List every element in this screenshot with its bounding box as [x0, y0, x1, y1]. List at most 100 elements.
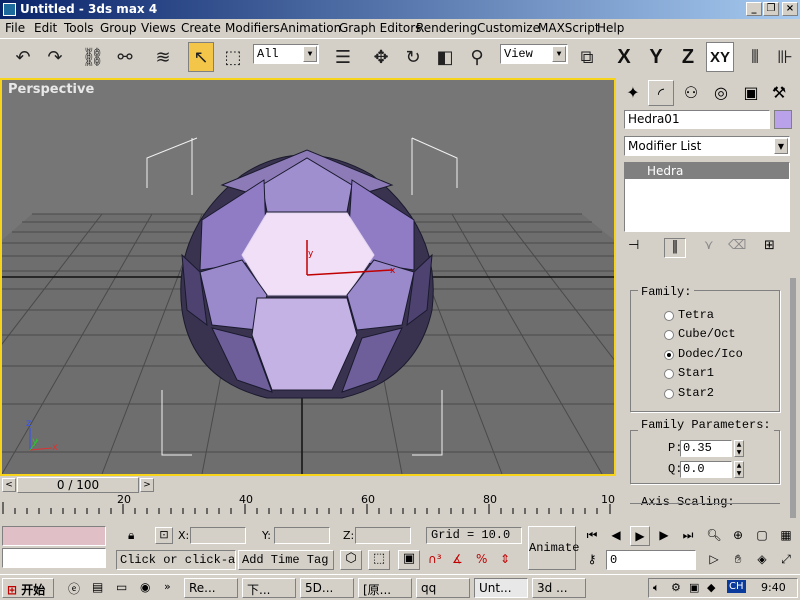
- viewport-label[interactable]: Perspective: [8, 82, 94, 97]
- volume-icon[interactable]: 🔈︎: [653, 581, 660, 595]
- task-re[interactable]: Re...: [184, 578, 238, 598]
- menu-rendering[interactable]: Rendering: [416, 21, 477, 35]
- q-spinner-icon[interactable]: ▲ ▼: [734, 461, 744, 478]
- play-icon[interactable]: ▶: [630, 526, 650, 546]
- perspective-viewport[interactable]: x y x z y Perspective: [0, 78, 616, 476]
- p-field[interactable]: 0.35: [680, 440, 732, 457]
- restrict-z-button[interactable]: Z: [674, 42, 702, 72]
- restrict-x-button[interactable]: X: [610, 42, 638, 72]
- mirror-icon[interactable]: ⫴: [742, 42, 768, 72]
- select-link-icon[interactable]: ⛓: [80, 42, 106, 72]
- media-quicklaunch-icon[interactable]: ◉: [138, 578, 158, 598]
- q-field[interactable]: 0.0: [680, 461, 732, 478]
- pan-icon[interactable]: ✋︎: [728, 550, 748, 570]
- radio-cube-oct[interactable]: [664, 330, 674, 340]
- task-qq[interactable]: qq: [416, 578, 470, 598]
- selection-filter-dropdown[interactable]: All ▼: [253, 44, 319, 64]
- start-button[interactable]: ⊞ 开始: [2, 578, 54, 598]
- snap-3d-icon[interactable]: ∩³: [428, 552, 448, 570]
- align-icon[interactable]: ⊪: [772, 42, 798, 72]
- utilities-tab-icon[interactable]: ⚒: [766, 80, 792, 106]
- network-icon[interactable]: ▣: [689, 581, 699, 594]
- bind-space-warp-icon[interactable]: ≋: [150, 42, 176, 72]
- current-frame-field[interactable]: 0: [606, 550, 696, 570]
- field-of-view-icon[interactable]: ▷: [704, 550, 724, 570]
- radio-star2[interactable]: [664, 389, 674, 399]
- menu-animation[interactable]: Animation: [280, 21, 341, 35]
- go-to-end-icon[interactable]: ⏭: [678, 526, 698, 546]
- quicklaunch-more-icon[interactable]: »: [164, 580, 171, 593]
- percent-snap-icon[interactable]: %: [476, 552, 496, 570]
- next-frame-icon[interactable]: ▶: [654, 526, 674, 546]
- select-object-icon[interactable]: ↖: [188, 42, 214, 72]
- zoom-extents-icon[interactable]: ▢: [752, 526, 772, 546]
- x-coord-field[interactable]: [190, 527, 246, 544]
- minimize-button[interactable]: _: [746, 2, 762, 16]
- show-end-result-icon[interactable]: ‖: [664, 238, 686, 258]
- absolute-mode-icon[interactable]: ⊡: [155, 527, 173, 544]
- time-next-icon[interactable]: >: [140, 478, 154, 492]
- menu-group[interactable]: Group: [100, 21, 137, 35]
- go-to-start-icon[interactable]: ⏮: [582, 526, 602, 546]
- modify-tab-icon[interactable]: ◜: [648, 80, 674, 106]
- time-prev-icon[interactable]: <: [2, 478, 16, 492]
- menu-file[interactable]: File: [5, 21, 25, 35]
- rotate-icon[interactable]: ↻: [400, 42, 426, 72]
- menu-edit[interactable]: Edit: [34, 21, 57, 35]
- menu-help[interactable]: Help: [597, 21, 624, 35]
- scale-icon[interactable]: ◧: [432, 42, 458, 72]
- ie-quicklaunch-icon[interactable]: ⓔ: [66, 578, 86, 598]
- spinner-snap-icon[interactable]: ⇕: [500, 552, 520, 570]
- previous-frame-icon[interactable]: ◀: [606, 526, 626, 546]
- pin-stack-icon[interactable]: ⊣: [628, 238, 646, 256]
- maxscript-listener-pink[interactable]: [2, 526, 106, 546]
- region-select-icon[interactable]: ⬚: [220, 42, 246, 72]
- pivot-center-icon[interactable]: ⧉: [574, 42, 600, 72]
- menu-customize[interactable]: Customize: [477, 21, 540, 35]
- z-coord-field[interactable]: [355, 527, 411, 544]
- task-3d[interactable]: 3d ...: [532, 578, 586, 598]
- animate-button[interactable]: Animate: [528, 526, 579, 570]
- selection-shading-icon[interactable]: ⬚: [368, 550, 390, 570]
- zoom-icon[interactable]: 🔍︎: [704, 526, 724, 546]
- reference-coordinate-dropdown[interactable]: View ▼: [500, 44, 568, 64]
- make-unique-icon[interactable]: ⋎: [704, 238, 722, 256]
- menu-graph-editors[interactable]: Graph Editors: [339, 21, 421, 35]
- task-5d[interactable]: 5D...: [300, 578, 354, 598]
- modifier-list-dropdown[interactable]: Modifier List ▼: [624, 136, 790, 156]
- motion-tab-icon[interactable]: ◎: [708, 80, 734, 106]
- radio-tetra[interactable]: [664, 311, 674, 321]
- bounding-box-icon[interactable]: ▣: [398, 550, 420, 570]
- restrict-y-button[interactable]: Y: [642, 42, 670, 72]
- remove-modifier-icon[interactable]: ⌫: [728, 238, 746, 256]
- viewport-shading-icon[interactable]: ⬡: [340, 550, 362, 570]
- key-mode-icon[interactable]: ⚷: [582, 550, 602, 570]
- menu-tools[interactable]: Tools: [64, 21, 94, 35]
- time-slider-thumb[interactable]: 0 / 100: [17, 477, 139, 493]
- hierarchy-tab-icon[interactable]: ⚇: [678, 80, 704, 106]
- radio-star1[interactable]: [664, 369, 674, 379]
- task-original[interactable]: [原...: [358, 578, 412, 598]
- panel-scrollbar[interactable]: [790, 278, 796, 518]
- menu-modifiers[interactable]: Modifiers: [225, 21, 280, 35]
- maximize-viewport-icon[interactable]: ⤢: [776, 550, 796, 570]
- move-icon[interactable]: ✥: [368, 42, 394, 72]
- unlink-icon[interactable]: ⚯: [112, 42, 138, 72]
- explorer-quicklaunch-icon[interactable]: ▭: [114, 578, 134, 598]
- arc-rotate-icon[interactable]: ◈: [752, 550, 772, 570]
- stack-item-hedra[interactable]: Hedra: [625, 163, 789, 179]
- add-time-tag-button[interactable]: Add Time Tag: [238, 550, 334, 570]
- undo-icon[interactable]: ↶: [10, 42, 36, 72]
- redo-icon[interactable]: ↷: [42, 42, 68, 72]
- radio-dodec-ico[interactable]: [664, 350, 674, 360]
- p-spinner-icon[interactable]: ▲ ▼: [734, 440, 744, 457]
- create-tab-icon[interactable]: ✦: [620, 80, 646, 106]
- display-tab-icon[interactable]: ▣: [738, 80, 764, 106]
- menu-create[interactable]: Create: [181, 21, 221, 35]
- maximize-button[interactable]: ❐: [763, 2, 779, 16]
- track-bar[interactable]: 20 40 60 80 10: [0, 493, 616, 522]
- object-color-swatch[interactable]: [774, 110, 792, 129]
- language-indicator[interactable]: CH: [727, 580, 746, 593]
- close-button[interactable]: ×: [782, 2, 798, 16]
- menu-views[interactable]: Views: [141, 21, 176, 35]
